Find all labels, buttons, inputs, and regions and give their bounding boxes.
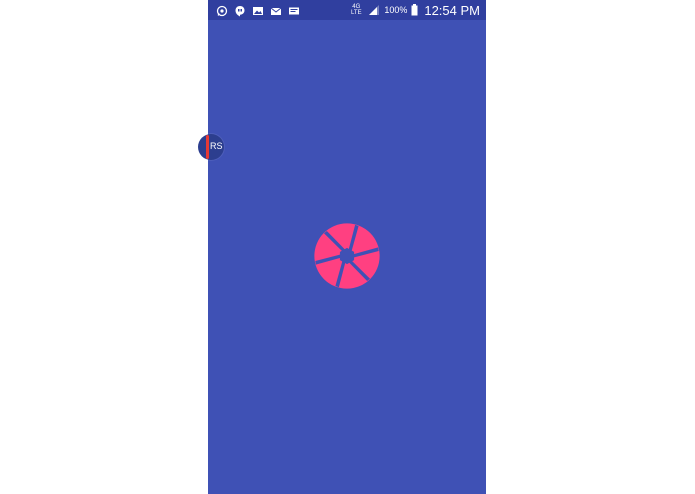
gallery-icon bbox=[252, 4, 264, 16]
chat-bubble-label: RS bbox=[210, 141, 223, 151]
screenshot-stage: 4G LTE 100% 12:54 PM RS bbox=[0, 0, 695, 494]
hangouts-icon bbox=[234, 4, 246, 17]
status-bar: 4G LTE 100% 12:54 PM bbox=[208, 0, 486, 20]
camera-aperture-icon bbox=[314, 223, 380, 289]
phone-screen: 4G LTE 100% 12:54 PM bbox=[208, 0, 486, 494]
chat-bubble-accent bbox=[206, 135, 209, 159]
whatsapp-icon bbox=[216, 4, 228, 17]
signal-icon bbox=[368, 4, 380, 16]
email-icon bbox=[270, 4, 282, 16]
notification-icons bbox=[216, 4, 300, 17]
clock: 12:54 PM bbox=[424, 2, 480, 18]
messages-icon bbox=[288, 4, 300, 16]
battery-icon bbox=[411, 4, 418, 16]
system-status: 4G LTE 100% 12:54 PM bbox=[348, 3, 480, 18]
network-type-label: 4G LTE bbox=[351, 4, 362, 16]
battery-percentage: 100% bbox=[384, 5, 408, 15]
